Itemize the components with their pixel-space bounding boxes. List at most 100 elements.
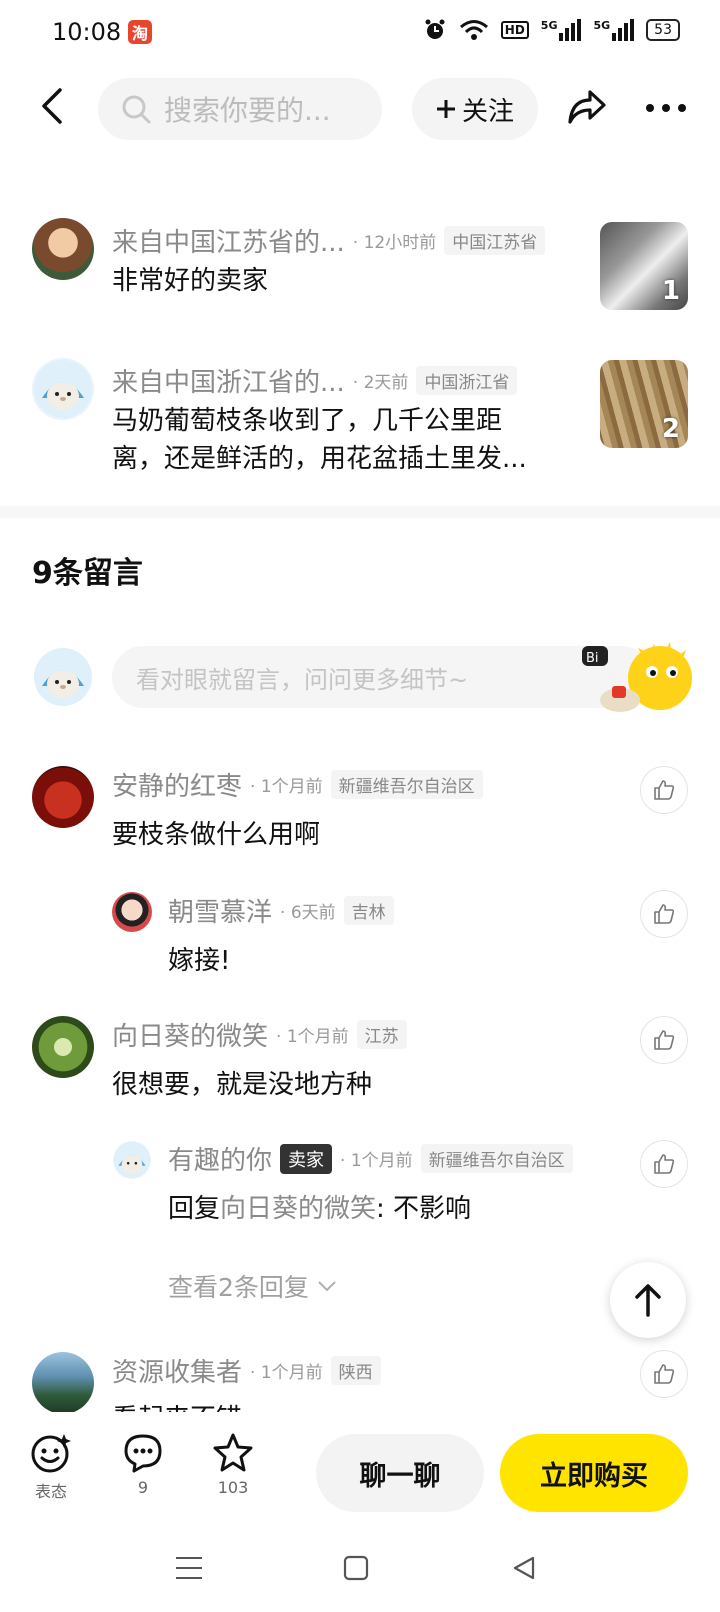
region-tag: 中国浙江省	[416, 366, 518, 395]
share-icon[interactable]	[566, 88, 608, 126]
seller-badge: 卖家	[280, 1143, 333, 1174]
thumbs-up-icon	[654, 780, 675, 800]
status-bar: 10:08 淘 HD 5G 5G 53	[0, 0, 720, 64]
commenter-name[interactable]: 朝雪慕洋	[168, 892, 272, 929]
review-text-line: 离，还是鲜活的，用花盆插土里发...	[112, 444, 527, 474]
reply-text: 回复向日葵的微笑: 不影响	[168, 1188, 471, 1225]
review-photo[interactable]: 2	[600, 360, 688, 448]
mascot-sticker-icon: Bi	[582, 642, 692, 712]
avatar[interactable]	[32, 358, 94, 420]
comment-time: · 1个月前	[276, 1027, 349, 1047]
comment-header: 安静的红枣 · 1个月前 新疆维吾尔自治区	[112, 766, 483, 803]
region-tag: 江苏	[356, 1020, 407, 1049]
follow-button[interactable]: 关注	[412, 78, 538, 140]
like-button[interactable]	[640, 766, 688, 814]
my-avatar	[32, 646, 94, 708]
plus-icon	[436, 100, 455, 118]
reaction-button[interactable]: 表态	[30, 1432, 72, 1502]
avatar[interactable]	[32, 218, 94, 280]
favorite-button[interactable]: 103	[212, 1432, 254, 1497]
thumbs-up-icon	[654, 1154, 675, 1174]
review-text-line: 马奶葡萄枝条收到了，几千公里距	[112, 406, 503, 436]
reviewer-name[interactable]: 来自中国江苏省的...	[112, 222, 345, 259]
back-to-top-button[interactable]	[610, 1262, 686, 1338]
comments-title: 9条留言	[32, 556, 143, 591]
region-tag: 陕西	[330, 1356, 381, 1385]
photo-count: 1	[661, 276, 680, 306]
comments-button[interactable]: 9	[122, 1432, 164, 1497]
commenter-name[interactable]: 有趣的你	[168, 1140, 272, 1177]
chat-button[interactable]: 聊一聊	[316, 1434, 484, 1512]
battery-icon: 53	[646, 19, 680, 41]
comment-header: 向日葵的微笑 · 1个月前 江苏	[112, 1016, 407, 1053]
like-button[interactable]	[640, 890, 688, 938]
like-button[interactable]	[640, 1350, 688, 1398]
mascot-avatar-icon	[113, 1141, 151, 1179]
reply-content: : 不影响	[376, 1194, 472, 1224]
mascot-avatar-icon	[34, 360, 92, 418]
comment-text: 嫁接!	[168, 946, 231, 976]
reply-header: 朝雪慕洋 · 6天前 吉林	[168, 892, 394, 929]
alarm-icon	[425, 19, 445, 39]
avatar[interactable]	[112, 892, 152, 932]
search-placeholder: 搜索你要的...	[164, 94, 331, 127]
review-photo[interactable]: 1	[600, 222, 688, 310]
reviewer-name[interactable]: 来自中国浙江省的...	[112, 362, 345, 399]
comment-time: · 1个月前	[340, 1151, 413, 1171]
section-divider	[0, 506, 720, 518]
commenter-name[interactable]: 资源收集者	[112, 1352, 242, 1389]
comment-bubble-icon	[124, 1434, 162, 1473]
comment-input-placeholder: 看对眼就留言，问问更多细节~	[136, 665, 469, 694]
search-icon	[122, 95, 151, 124]
photo-count: 2	[661, 414, 680, 444]
avatar[interactable]	[32, 766, 94, 828]
like-button[interactable]	[640, 1140, 688, 1188]
system-nav-bar	[0, 1530, 720, 1612]
comment-time: · 1个月前	[250, 777, 323, 797]
review-time: · 2天前	[352, 373, 409, 393]
comment-time: · 6天前	[280, 903, 336, 923]
smiley-icon	[31, 1434, 71, 1473]
chevron-down-icon	[318, 1281, 336, 1292]
buy-now-button[interactable]: 立即购买	[500, 1434, 688, 1512]
review-text: 非常好的卖家	[112, 266, 269, 296]
review-header: 来自中国浙江省的... · 2天前 中国浙江省	[112, 362, 518, 399]
back-arrow-icon[interactable]	[36, 86, 72, 126]
reply-to-link[interactable]: 向日葵的微笑	[220, 1194, 376, 1224]
view-more-replies-button[interactable]: 查看2条回复	[168, 1268, 337, 1304]
menu-icon[interactable]	[174, 1554, 204, 1582]
follow-label: 关注	[461, 96, 514, 127]
thumbs-up-icon	[654, 1364, 675, 1384]
reply-prefix: 回复	[168, 1194, 221, 1224]
arrow-up-icon	[635, 1284, 661, 1317]
signal-5g-icon-1: 5G	[541, 19, 582, 41]
avatar[interactable]	[32, 1352, 94, 1414]
wifi-icon	[459, 20, 488, 40]
favorites-count: 103	[217, 1478, 249, 1497]
comment-header: 资源收集者 · 1个月前 陕西	[112, 1352, 381, 1389]
taobao-app-icon: 淘	[128, 20, 152, 44]
svg-text:Bi: Bi	[586, 651, 599, 666]
home-icon[interactable]	[342, 1554, 370, 1582]
thumbs-up-icon	[654, 1030, 675, 1050]
status-time: 10:08	[52, 18, 122, 46]
reaction-label: 表态	[34, 1482, 67, 1501]
comment-text: 要枝条做什么用啊	[112, 820, 321, 850]
commenter-name[interactable]: 安静的红枣	[112, 766, 242, 803]
region-tag: 新疆维吾尔自治区	[330, 770, 483, 799]
region-tag: 新疆维吾尔自治区	[420, 1144, 573, 1173]
review-text: 马奶葡萄枝条收到了，几千公里距 离，还是鲜活的，用花盆插土里发...	[112, 402, 572, 478]
search-input[interactable]: 搜索你要的...	[98, 78, 382, 140]
commenter-name[interactable]: 向日葵的微笑	[112, 1016, 268, 1053]
back-icon[interactable]	[510, 1554, 538, 1582]
thumbs-up-icon	[654, 904, 675, 924]
status-icons: HD 5G 5G 53	[423, 18, 680, 42]
more-icon[interactable]	[646, 104, 686, 112]
mascot-avatar-icon	[34, 648, 92, 706]
region-tag: 中国江苏省	[444, 226, 546, 255]
signal-5g-icon-2: 5G	[593, 19, 635, 41]
avatar[interactable]	[112, 1140, 152, 1180]
like-button[interactable]	[640, 1016, 688, 1064]
view-more-label: 查看2条回复	[168, 1273, 309, 1302]
avatar[interactable]	[32, 1016, 94, 1078]
